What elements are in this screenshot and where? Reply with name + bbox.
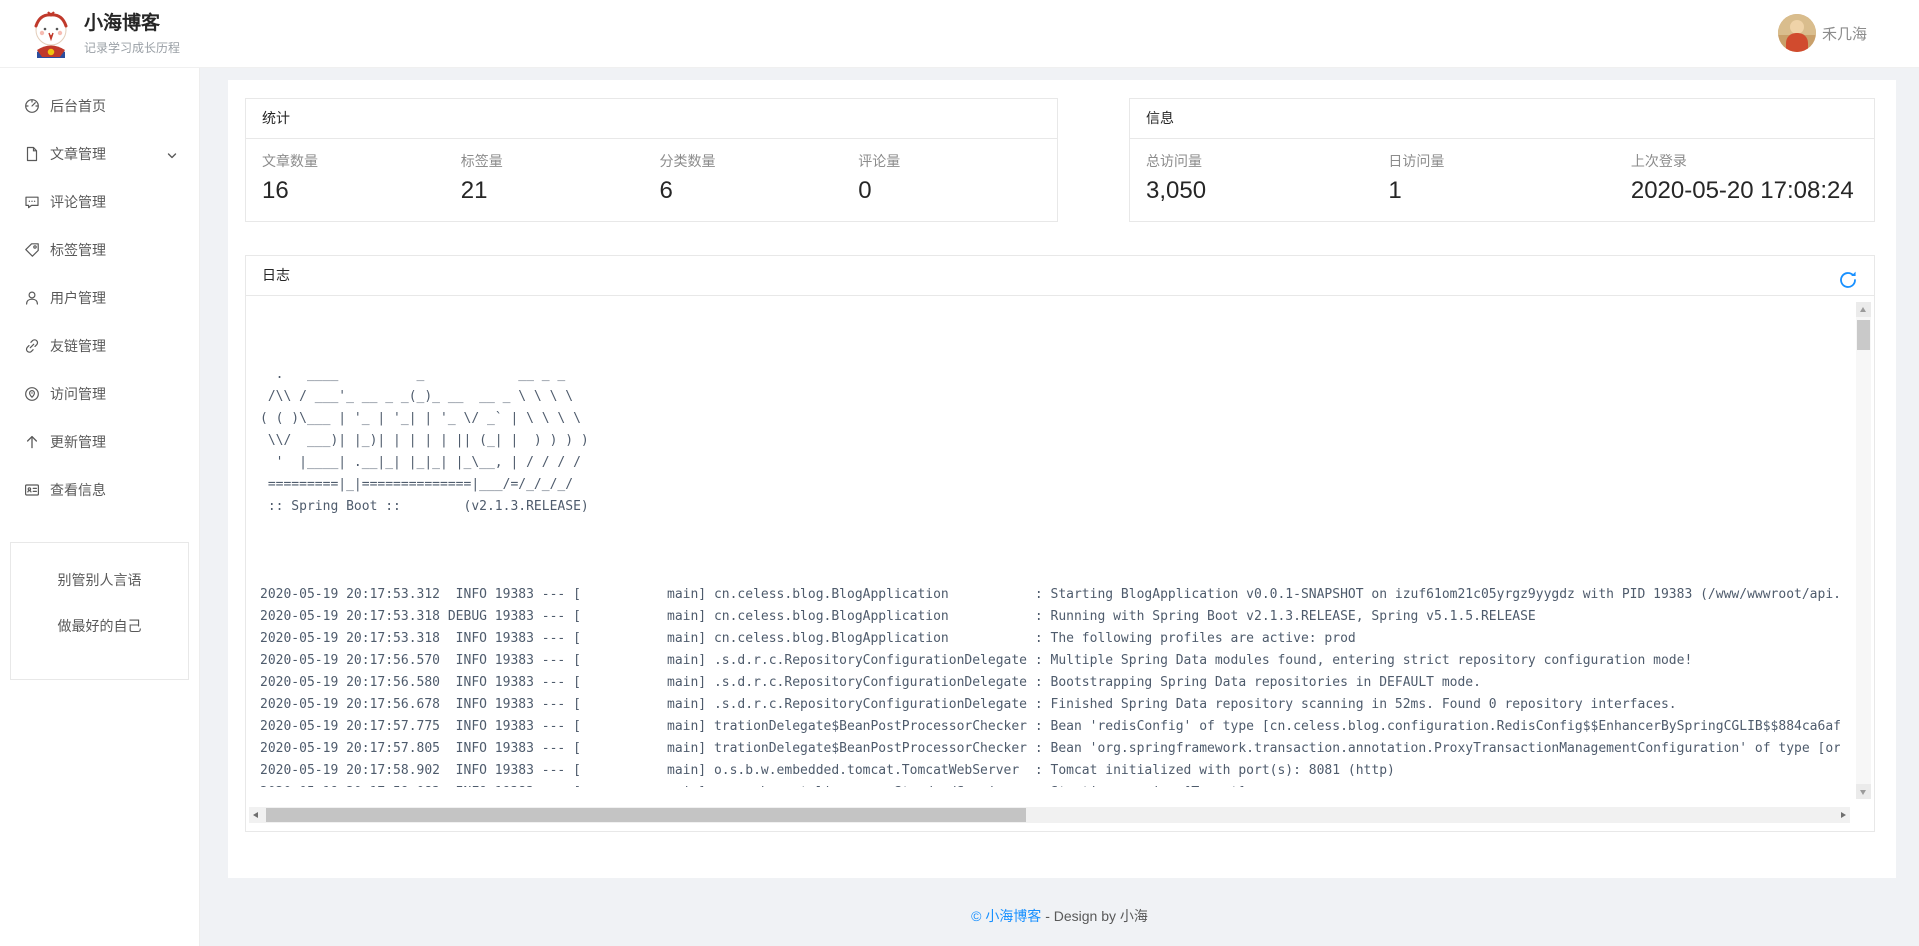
stats-card: 统计 文章数量 16 标签量 21 分类数量 6 评论量 [245, 98, 1058, 222]
motto-box: 别管别人言语 做最好的自己 [10, 542, 189, 680]
user-icon [24, 290, 40, 306]
idcard-icon [24, 482, 40, 498]
scroll-down-arrow[interactable] [1856, 784, 1871, 799]
info-card: 信息 总访问量 3,050 日访问量 1 上次登录 2020-05-20 17:… [1129, 98, 1875, 222]
motto-line-1: 别管别人言语 [11, 571, 188, 589]
stat-last-login: 上次登录 2020-05-20 17:08:24 [1631, 151, 1873, 205]
sidebar-item-tags[interactable]: 标签管理 [0, 226, 199, 274]
site-logo-icon [28, 10, 74, 58]
stat-comment-count: 评论量 0 [858, 151, 1057, 205]
vertical-scrollbar-thumb[interactable] [1857, 320, 1870, 350]
brand: 小海博客 记录学习成长历程 [28, 10, 180, 58]
horizontal-scrollbar[interactable] [249, 807, 1850, 823]
footer-designby: - Design by 小海 [1041, 908, 1148, 924]
stat-value: 1 [1388, 177, 1630, 205]
stat-total-visits: 总访问量 3,050 [1146, 151, 1388, 205]
scroll-up-arrow[interactable] [1856, 302, 1871, 317]
sidebar-item-comments[interactable]: 评论管理 [0, 178, 199, 226]
log-viewer: . ____ _ __ _ _ /\\ / ___'_ __ _ _(_)_ _… [246, 296, 1874, 831]
comment-icon [24, 194, 40, 210]
sidebar-item-label: 查看信息 [50, 480, 106, 500]
user-menu[interactable]: 禾几海 [1778, 14, 1867, 52]
link-icon [24, 338, 40, 354]
motto-line-2: 做最好的自己 [11, 617, 188, 635]
sidebar: 后台首页 文章管理 评论管理 [0, 68, 200, 946]
horizontal-scrollbar-thumb[interactable] [266, 808, 1026, 822]
stat-category-count: 分类数量 6 [660, 151, 859, 205]
stat-label: 总访问量 [1146, 151, 1388, 171]
footer-site-link[interactable]: 小海博客 [985, 908, 1041, 924]
stat-label: 文章数量 [262, 151, 461, 171]
main-area: 统计 文章数量 16 标签量 21 分类数量 6 评论量 [200, 68, 1919, 946]
reload-icon[interactable] [1838, 266, 1858, 286]
stat-tag-count: 标签量 21 [461, 151, 660, 205]
arrow-up-icon [24, 434, 40, 450]
site-title: 小海博客 [84, 12, 180, 36]
vertical-scrollbar[interactable] [1856, 302, 1871, 799]
visit-icon [24, 386, 40, 402]
copyright-symbol: © [971, 908, 985, 924]
sidebar-item-label: 更新管理 [50, 432, 106, 452]
file-icon [24, 146, 40, 162]
sidebar-item-label: 评论管理 [50, 192, 106, 212]
stat-value: 21 [461, 177, 660, 205]
user-avatar[interactable] [1778, 14, 1816, 52]
log-card: 日志 . ____ _ __ _ _ /\\ / ___'_ __ _ _(_)… [245, 255, 1875, 832]
stat-label: 评论量 [858, 151, 1057, 171]
top-header: 小海博客 记录学习成长历程 禾几海 [0, 0, 1919, 68]
sidebar-item-visits[interactable]: 访问管理 [0, 370, 199, 418]
info-card-title: 信息 [1130, 99, 1874, 139]
stat-value: 0 [858, 177, 1057, 205]
summary-cards-row: 统计 文章数量 16 标签量 21 分类数量 6 评论量 [245, 98, 1875, 222]
sidebar-item-label: 用户管理 [50, 288, 106, 308]
username: 禾几海 [1822, 23, 1867, 44]
sidebar-item-label: 友链管理 [50, 336, 106, 356]
log-card-title: 日志 [262, 267, 290, 283]
sidebar-nav: 后台首页 文章管理 评论管理 [0, 68, 199, 514]
site-subtitle: 记录学习成长历程 [84, 39, 180, 56]
log-lines: 2020-05-19 20:17:53.312 INFO 19383 --- [… [260, 584, 1840, 787]
stat-label: 分类数量 [660, 151, 859, 171]
sidebar-item-articles[interactable]: 文章管理 [0, 130, 199, 178]
stat-value: 3,050 [1146, 177, 1388, 205]
stat-label: 标签量 [461, 151, 660, 171]
stat-article-count: 文章数量 16 [262, 151, 461, 205]
stat-value: 16 [262, 177, 461, 205]
sidebar-item-users[interactable]: 用户管理 [0, 274, 199, 322]
scroll-left-arrow[interactable] [249, 807, 264, 823]
sidebar-item-dashboard[interactable]: 后台首页 [0, 82, 199, 130]
stats-card-body: 文章数量 16 标签量 21 分类数量 6 评论量 0 [246, 139, 1057, 205]
spring-boot-banner: . ____ _ __ _ _ /\\ / ___'_ __ _ _(_)_ _… [260, 364, 1840, 518]
sidebar-item-links[interactable]: 友链管理 [0, 322, 199, 370]
sidebar-item-label: 文章管理 [50, 144, 106, 164]
sidebar-item-updates[interactable]: 更新管理 [0, 418, 199, 466]
dashboard-icon [24, 98, 40, 114]
sidebar-item-info[interactable]: 查看信息 [0, 466, 199, 514]
footer: © 小海博客 - Design by 小海 [200, 906, 1919, 926]
log-text: . ____ _ __ _ _ /\\ / ___'_ __ _ _(_)_ _… [260, 320, 1840, 787]
tag-icon [24, 242, 40, 258]
chevron-down-icon[interactable] [167, 148, 177, 158]
stat-daily-visits: 日访问量 1 [1388, 151, 1630, 205]
brand-text: 小海博客 记录学习成长历程 [84, 12, 180, 56]
stat-label: 日访问量 [1388, 151, 1630, 171]
sidebar-item-label: 访问管理 [50, 384, 106, 404]
info-card-body: 总访问量 3,050 日访问量 1 上次登录 2020-05-20 17:08:… [1130, 139, 1874, 205]
content-panel: 统计 文章数量 16 标签量 21 分类数量 6 评论量 [228, 80, 1896, 878]
sidebar-item-label: 标签管理 [50, 240, 106, 260]
stats-card-title: 统计 [246, 99, 1057, 139]
scroll-right-arrow[interactable] [1835, 807, 1850, 823]
stat-label: 上次登录 [1631, 151, 1873, 171]
sidebar-item-label: 后台首页 [50, 96, 106, 116]
stat-value: 2020-05-20 17:08:24 [1631, 177, 1873, 205]
stat-value: 6 [660, 177, 859, 205]
